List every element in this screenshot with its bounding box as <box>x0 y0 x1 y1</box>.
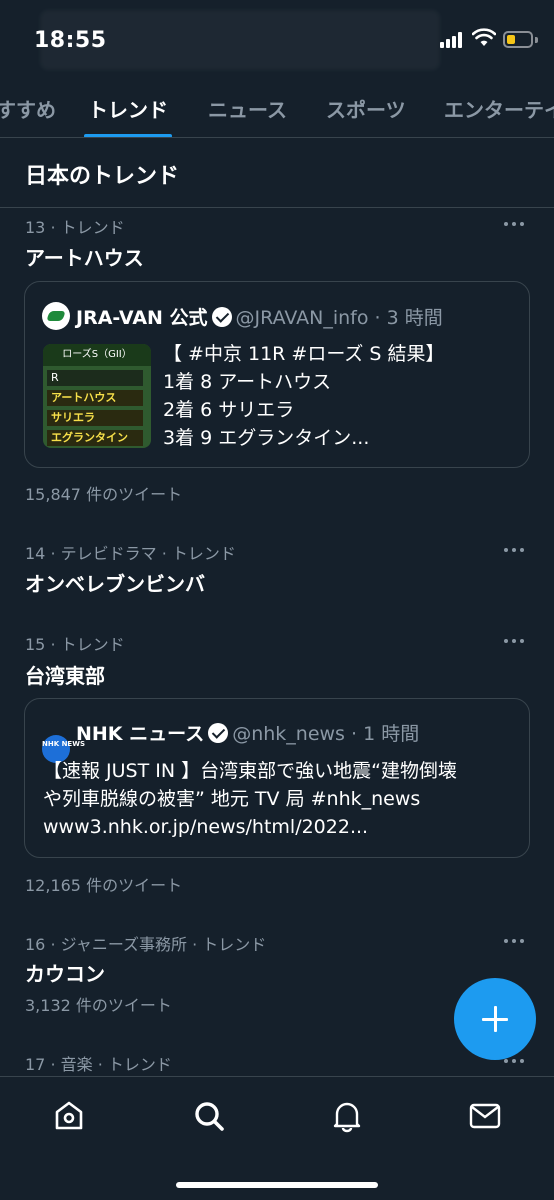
jra-avatar-icon <box>42 302 70 330</box>
explore-tabs: すすめ トレンド ニュース スポーツ エンターテイ <box>0 82 554 138</box>
divider <box>0 207 554 208</box>
quoted-tweet-card[interactable]: JRA-VAN 公式 @JRAVAN_info · 3 時間 ローズS（GII） … <box>24 281 530 468</box>
trend-meta: 15 · トレンド <box>25 635 125 654</box>
tweet-count: 12,165 件のツイート <box>25 876 183 895</box>
trend-name[interactable]: 台湾東部 <box>25 660 105 689</box>
compose-plus-icon[interactable] <box>454 978 536 1060</box>
more-options-icon[interactable] <box>504 1057 528 1065</box>
section-title: 日本のトレンド <box>25 164 180 189</box>
trend-meta: 14 · テレビドラマ · トレンド <box>25 544 236 563</box>
tweet-handle: @nhk_news · 1 時間 <box>232 723 420 745</box>
thumb-row: アートハウス <box>47 390 143 406</box>
tab-entertainment[interactable]: エンターテイ <box>444 94 554 123</box>
tweet-line: 【速報 JUST IN 】台湾東部で強い地震“建物倒壊 <box>43 760 457 782</box>
tweet-line: www3.nhk.or.jp/news/html/2022... <box>43 816 369 838</box>
tweet-line: 1着 8 アートハウス <box>163 371 332 393</box>
trend-name[interactable]: カウコン <box>25 958 105 987</box>
trend-meta: 13 · トレンド <box>25 218 125 237</box>
tab-trending[interactable]: トレンド <box>88 94 168 123</box>
search-icon[interactable] <box>192 1099 226 1133</box>
tweet-line: や列車脱線の被害” 地元 TV 局 #nhk_news <box>43 788 421 810</box>
home-icon[interactable] <box>52 1099 86 1133</box>
more-options-icon[interactable] <box>504 937 528 945</box>
status-bar: 18:55 <box>0 0 554 80</box>
cellular-signal-icon <box>440 32 466 48</box>
more-options-icon[interactable] <box>504 220 528 228</box>
tweet-author: JRA-VAN 公式 <box>76 307 208 329</box>
tweet-count: 3,132 件のツイート <box>25 996 172 1015</box>
trend-name[interactable]: オンベレブンビンバ <box>25 568 205 597</box>
quoted-tweet-card[interactable]: NHK NEWSNHK ニュース @nhk_news · 1 時間 【速報 JUS… <box>24 698 530 858</box>
thumb-title: ローズS（GII） <box>43 344 151 366</box>
tweet-author: NHK ニュース <box>76 723 205 745</box>
tab-sports[interactable]: スポーツ <box>326 94 406 123</box>
result-thumbnail-image: ローズS（GII） R アートハウス サリエラ エグランタイン <box>43 344 151 448</box>
mail-icon[interactable] <box>468 1099 502 1133</box>
tweet-line: 【 #中京 11R #ローズ S 結果】 <box>163 343 445 365</box>
tweet-handle: @JRAVAN_info · 3 時間 <box>235 307 443 329</box>
tweet-text: 【速報 JUST IN 】台湾東部で強い地震“建物倒壊 や列車脱線の被害” 地元… <box>43 757 457 841</box>
trend-name[interactable]: アートハウス <box>25 242 144 271</box>
status-time: 18:55 <box>34 28 107 53</box>
trend-meta: 17 · 音楽 · トレンド <box>25 1055 172 1074</box>
bell-icon[interactable] <box>330 1099 364 1133</box>
tweet-text: 【 #中京 11R #ローズ S 結果】 1着 8 アートハウス 2着 6 サリ… <box>163 340 445 452</box>
tweet-header: JRA-VAN 公式 @JRAVAN_info · 3 時間 <box>42 302 443 330</box>
verified-badge-icon <box>208 723 229 743</box>
trend-meta: 16 · ジャニーズ事務所 · トレンド <box>25 935 267 954</box>
active-tab-indicator <box>84 134 172 137</box>
verified-badge-icon <box>211 307 232 327</box>
tab-for-you[interactable]: すすめ <box>0 94 56 123</box>
more-options-icon[interactable] <box>504 546 528 554</box>
tab-news[interactable]: ニュース <box>208 94 287 123</box>
battery-icon <box>503 31 533 48</box>
tweet-line: 2着 6 サリエラ <box>163 399 295 421</box>
thumb-row: サリエラ <box>47 410 143 426</box>
wifi-icon <box>472 28 496 46</box>
thumb-row: R <box>47 370 143 386</box>
tweet-line: 3着 9 エグランタイン... <box>163 427 370 449</box>
home-indicator <box>176 1182 378 1188</box>
more-options-icon[interactable] <box>504 637 528 645</box>
tweet-count: 15,847 件のツイート <box>25 485 183 504</box>
thumb-row: エグランタイン <box>47 430 143 446</box>
